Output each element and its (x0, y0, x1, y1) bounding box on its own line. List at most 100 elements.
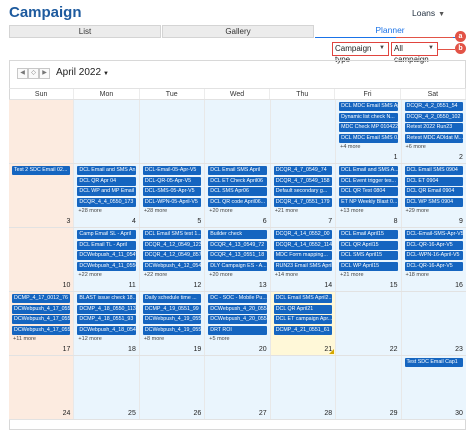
campaign-select[interactable]: All campaign ▼ (391, 42, 438, 64)
more-events-link[interactable]: +13 more (339, 208, 397, 215)
calendar-event[interactable]: DCL QR Email 0904 (404, 187, 463, 196)
calendar-day[interactable]: 24 (9, 356, 75, 419)
calendar-event[interactable]: DCL QR April15 (339, 240, 398, 250)
calendar-event[interactable]: DCL-QR-16-Apr-V5 (404, 261, 463, 271)
calendar-event[interactable]: DRT ROI (208, 325, 267, 335)
calendar-event[interactable]: DCMP_4_18_0550_113 (77, 304, 136, 314)
calendar-event[interactable]: DCL WP SMS 0904 (404, 197, 463, 207)
calendar-event[interactable]: DCL ET Check April06 (208, 176, 267, 186)
calendar-event[interactable]: DCL MDC Email SMS 0... (339, 133, 398, 143)
calendar-event[interactable]: MDC Form mapping... (273, 251, 333, 260)
calendar-day[interactable]: 28 (270, 356, 337, 419)
calendar-day[interactable]: Test 2 SDC Email 02... 3 (9, 164, 75, 227)
more-events-link[interactable]: +22 more (143, 272, 201, 279)
calendar-event[interactable]: DCL SMS April15 (339, 251, 398, 260)
calendar-event[interactable]: DCL Event trigger tes... (339, 176, 398, 186)
more-events-link[interactable]: +12 more (77, 336, 135, 343)
calendar-event[interactable]: DCL QR Test 0804 (339, 187, 398, 196)
more-events-link[interactable]: +8 more (143, 336, 201, 343)
calendar-day[interactable]: DCL Email SMS test 1... DCQR_4_12_0549_12… (139, 228, 206, 291)
calendar-day[interactable] (270, 100, 337, 163)
calendar-day[interactable]: DCMP_4_17_0012_76DCWebpush_4_17_0550...D… (9, 292, 75, 355)
calendar-event[interactable]: Retest 2022 Run23 (404, 123, 463, 132)
calendar-day[interactable]: DCQR_4_2_0551_54 DCQR_4_2_0550_102 Retest … (401, 100, 466, 163)
calendar-event[interactable]: DCWebpush_4_19_0551... (142, 325, 202, 335)
calendar-day[interactable]: DCL Email SMS April2... DCL QR April21 DCL… (270, 292, 337, 355)
calendar-day[interactable]: DCL-Email-05-Apr-V5 DCL-QR-05-Apr-V5 DCL-S… (139, 164, 206, 227)
calendar-event[interactable]: DCWebpush_4_17_0551... (12, 315, 71, 324)
calendar-event[interactable]: DCQR_4_12_0549_857 (142, 251, 202, 260)
calendar-event[interactable]: DCMP_4_17_0012_76 (12, 294, 71, 303)
calendar-day[interactable]: DCQR_4_7_0549_74 DCQR_4_7_0549_158 Default… (270, 164, 337, 227)
more-events-link[interactable]: +20 more (208, 208, 266, 215)
calendar-day[interactable]: DCL Email SMS April DCL ET Check April06 D… (205, 164, 271, 227)
calendar-event[interactable]: DCWebpush_4_11_0550... (77, 261, 136, 271)
calendar-event[interactable]: RUN23 Email SMS April (273, 261, 333, 271)
calendar-event[interactable]: DCMP_4_19_0551_99 (142, 304, 202, 314)
calendar-event[interactable]: DCL ET campaign Apr... (273, 315, 333, 324)
calendar-day[interactable]: 29 (336, 356, 402, 419)
calendar-event[interactable]: DCL Email April15 (339, 230, 398, 239)
calendar-event[interactable]: BLAST issue check 18... (77, 294, 136, 303)
calendar-event[interactable]: DCL MDC Email SMS April (339, 102, 398, 111)
calendar-event[interactable]: DCL-WPN-16-April-V5 (404, 251, 463, 260)
calendar-event[interactable]: DCQR_4_7_0549_74 (273, 166, 333, 175)
more-events-link[interactable]: +21 more (274, 208, 332, 215)
calendar-event[interactable]: DCL SMS Apr06 (208, 187, 267, 196)
calendar-event[interactable]: DCL QR April21 (273, 304, 333, 314)
calendar-day[interactable]: 27 (205, 356, 271, 419)
calendar-day[interactable]: BLAST issue check 18... DCMP_4_18_0550_11… (74, 292, 140, 355)
calendar-event[interactable]: Test 2 SDC Email 02... (12, 166, 71, 175)
calendar-event[interactable]: DCWebpush_4_20_0551... (208, 315, 267, 324)
calendar-event[interactable]: DCL Email and SMS A... (339, 166, 398, 175)
calendar-event[interactable]: DCMP_4_18_0551_93 (77, 315, 136, 324)
calendar-event[interactable]: Daily schedule time ... (142, 294, 202, 303)
more-events-link[interactable]: +20 more (208, 272, 266, 279)
calendar-event[interactable]: DCL Email SMS April2... (273, 294, 333, 303)
calendar-event[interactable]: MDC Check MP 010422 (339, 123, 398, 132)
calendar-event[interactable]: DCQR_4_12_0549_123 (142, 240, 202, 250)
calendar-event[interactable]: DCQR_4_7_0549_158 (273, 176, 333, 186)
calendar-event[interactable]: DCL Email and SMS An... (77, 166, 136, 175)
more-events-link[interactable]: +6 more (405, 144, 463, 151)
calendar-event[interactable]: DCL-Email-05-Apr-V5 (142, 166, 202, 175)
calendar-event[interactable]: DCL Email TL - April (77, 240, 136, 250)
tab-gallery[interactable]: Gallery (162, 25, 314, 38)
campaign-type-select[interactable]: Campaign type ▼ (332, 42, 389, 64)
calendar-day[interactable]: DCL MDC Email SMS AprilDynamic list chec… (336, 100, 402, 163)
more-events-link[interactable]: +5 more (208, 336, 266, 343)
calendar-event[interactable]: DCQR_4_13_0551_18 (208, 251, 267, 260)
calendar-event[interactable]: DCWebpush_4_19_0550... (142, 315, 202, 324)
calendar-event[interactable]: Default secondary g... (273, 187, 333, 196)
calendar-day[interactable]: DC - SOC - Mobile Pu... DCWebpush_4_20_05… (205, 292, 271, 355)
calendar-event[interactable]: DCL-WPN-05-April-V5 (142, 197, 202, 207)
calendar-event[interactable]: DCL WP and MP Email (77, 187, 136, 196)
calendar-event[interactable]: DCWebpush_4_17_0551... (12, 325, 71, 335)
diamond-icon[interactable]: ◇ (28, 68, 39, 79)
calendar-day[interactable]: Test SDC Email Cap1 30 (401, 356, 466, 419)
calendar-day[interactable] (74, 100, 140, 163)
more-events-link[interactable]: +4 more (339, 144, 397, 151)
more-events-link[interactable]: +22 more (77, 272, 135, 279)
calendar-event[interactable]: DCQR_4_7_0551_179 (273, 197, 333, 207)
calendar-event[interactable]: DCL QR Apr 04 (77, 176, 136, 186)
calendar-event[interactable]: DCQR_4_13_0549_72 (208, 240, 267, 250)
calendar-day[interactable]: DCL Email and SMS An... DCL QR Apr 04 DCL … (74, 164, 140, 227)
calendar-day[interactable]: DCL Email SMS 0904 DCL ET 0904 DCL QR Emai… (401, 164, 466, 227)
account-menu[interactable]: Loans ▼ (412, 8, 445, 18)
calendar-event[interactable]: DCWebpush_4_20_0550... (208, 304, 267, 314)
more-events-link[interactable]: +14 more (274, 272, 332, 279)
calendar-event[interactable]: DCL-QR-16-Apr-V5 (404, 240, 463, 250)
more-events-link[interactable]: +29 more (405, 208, 463, 215)
calendar-event[interactable]: DC - SOC - Mobile Pu... (208, 294, 267, 303)
calendar-event[interactable]: DCL-SMS-05-Apr-V5 (142, 187, 202, 196)
calendar-event[interactable]: DCL Email SMS test 1... (142, 230, 202, 239)
calendar-event[interactable]: DCQR_4_2_0550_102 (404, 112, 463, 122)
calendar-event[interactable]: DCL WP April15 (339, 261, 398, 271)
calendar-event[interactable]: Builder check (208, 230, 267, 239)
calendar-event[interactable]: DCL Email SMS 0904 (404, 166, 463, 175)
calendar-event[interactable]: Dynamic list check N... (339, 112, 398, 122)
calendar-event[interactable]: DCQR_4_14_0552_00 (273, 230, 333, 239)
calendar-event[interactable]: DCL QR code April06... (208, 197, 267, 207)
calendar-event[interactable]: DCL ET 0904 (404, 176, 463, 186)
